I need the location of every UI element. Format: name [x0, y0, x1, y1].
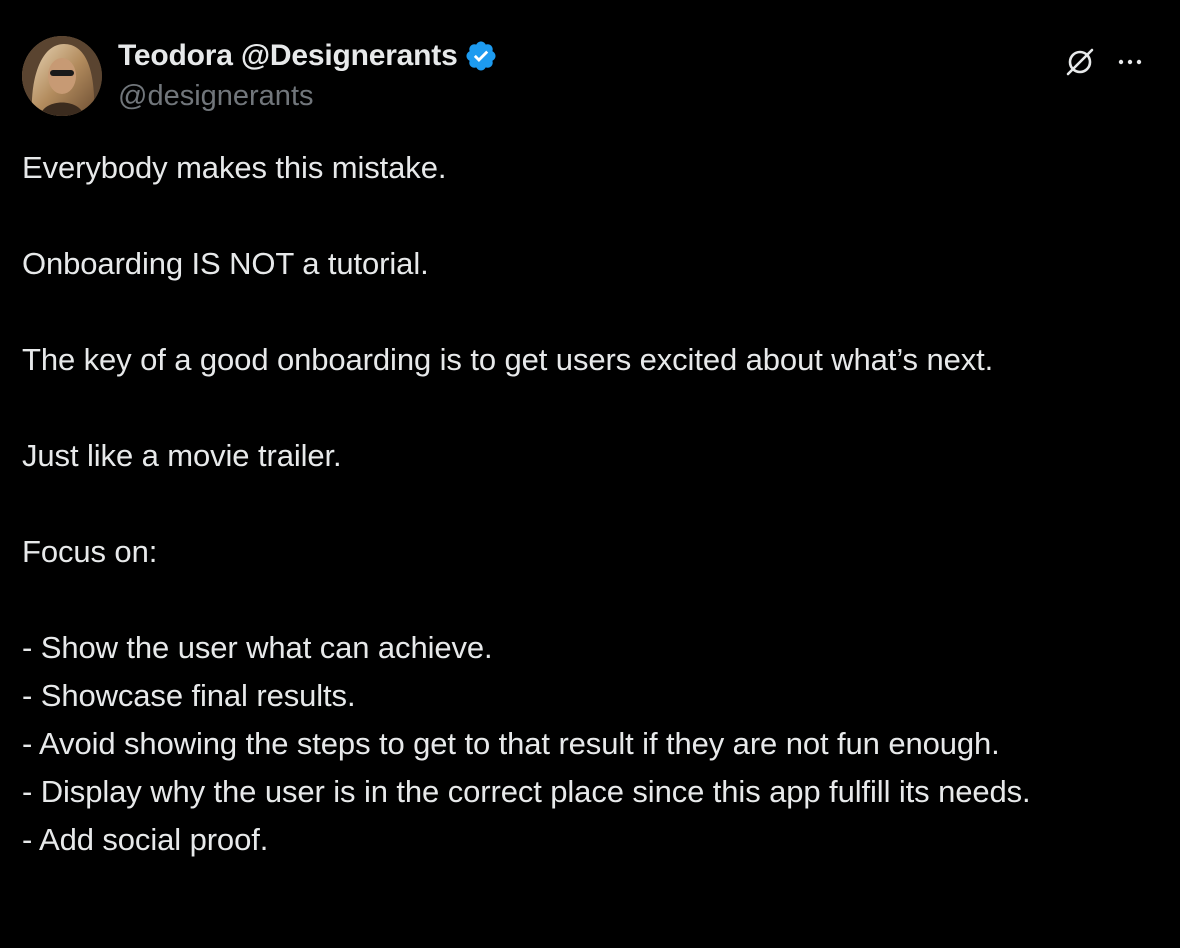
tweet: Teodora @Designerants @designerants Ever…	[0, 0, 1180, 948]
post-line: Just like a movie trailer.	[22, 438, 342, 473]
name-row: Teodora @Designerants	[118, 38, 918, 74]
bullet-item: - Show the user what can achieve.	[22, 630, 493, 665]
tweet-text: Everybody makes this mistake. Onboarding…	[22, 144, 1162, 864]
author-handle[interactable]: @designerants	[118, 78, 918, 114]
grok-icon[interactable]	[1060, 42, 1100, 82]
bullet-item: - Add social proof.	[22, 822, 269, 857]
bullet-item: - Avoid showing the steps to get to that…	[22, 726, 1000, 761]
avatar[interactable]	[22, 36, 102, 116]
avatar-image	[22, 36, 102, 116]
more-options-icon[interactable]	[1110, 42, 1150, 82]
post-line: Focus on:	[22, 534, 158, 569]
post-line: The key of a good onboarding is to get u…	[22, 342, 994, 377]
author-display-name[interactable]: Teodora @Designerants	[118, 38, 458, 74]
bullet-item: - Showcase final results.	[22, 678, 356, 713]
tweet-header: Teodora @Designerants @designerants	[22, 36, 1158, 116]
post-line: Everybody makes this mistake.	[22, 150, 447, 185]
author-identity: Teodora @Designerants @designerants	[118, 38, 918, 118]
tweet-actions	[1060, 42, 1150, 82]
post-line: Onboarding IS NOT a tutorial.	[22, 246, 429, 281]
verified-badge-icon[interactable]	[464, 39, 498, 73]
bullet-item: - Display why the user is in the correct…	[22, 774, 1031, 809]
